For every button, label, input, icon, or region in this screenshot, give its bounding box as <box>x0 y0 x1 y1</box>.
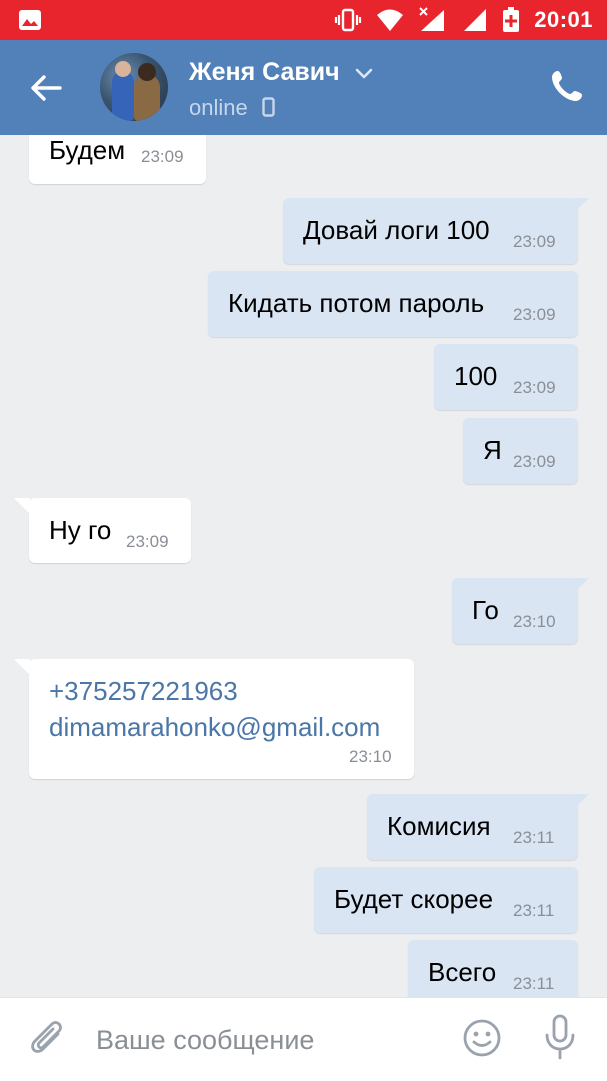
contact-name[interactable]: Женя Савич <box>189 58 340 87</box>
message-time: 23:09 <box>126 532 169 551</box>
message-bubble[interactable]: Довай логи 100 23:09 <box>283 198 589 264</box>
message-bubble[interactable]: Будем 23:09 <box>29 135 206 184</box>
chevron-down-icon[interactable] <box>355 68 373 80</box>
vibrate-icon <box>335 8 362 32</box>
online-status: online <box>189 95 248 120</box>
message-bubble[interactable]: Кидать потом пароль 23:09 <box>208 271 578 337</box>
message-time: 23:09 <box>141 147 184 166</box>
message-text: Будем <box>49 135 126 165</box>
chat-header: Женя Савич online <box>0 40 607 135</box>
wifi-icon <box>377 9 404 31</box>
message-bubble[interactable]: 100 23:09 <box>434 344 578 410</box>
message-bubble[interactable]: Го 23:10 <box>452 578 589 644</box>
message-list[interactable]: Будем 23:09 Довай логи 100 23:09 Кидать … <box>0 135 607 997</box>
message-time: 23:10 <box>349 747 392 766</box>
message-time: 23:11 <box>513 901 555 920</box>
message-time: 23:10 <box>513 612 556 631</box>
message-time: 23:09 <box>513 305 556 324</box>
paperclip-icon[interactable] <box>28 1018 68 1062</box>
emoji-icon[interactable] <box>462 1018 502 1058</box>
message-time: 23:11 <box>513 974 555 993</box>
status-bar: 20:01 <box>0 0 607 40</box>
message-bubble[interactable]: +375257221963 dimamarahonko@gmail.com 23… <box>14 659 414 779</box>
microphone-icon[interactable] <box>543 1014 577 1060</box>
mobile-phone-icon <box>262 97 275 117</box>
email-link[interactable]: dimamarahonko@gmail.com <box>49 712 380 743</box>
message-text: Комисия <box>387 811 491 841</box>
message-time: 23:09 <box>513 378 556 397</box>
message-text: Го <box>472 595 499 625</box>
message-text: Довай логи 100 <box>303 215 490 245</box>
message-text: 100 <box>454 361 498 391</box>
message-text: Всего <box>428 957 497 987</box>
gallery-icon <box>19 10 41 30</box>
message-input[interactable] <box>96 1018 436 1062</box>
message-bubble[interactable]: Комисия 23:11 <box>367 794 589 860</box>
message-bubble[interactable]: Всего 23:11 <box>408 940 578 997</box>
message-text: Будет скорее <box>334 884 494 914</box>
bubble-tail <box>575 198 589 212</box>
message-time: 23:09 <box>513 232 556 251</box>
message-bubble[interactable]: Ну го 23:09 <box>14 498 191 563</box>
message-text: Кидать потом пароль <box>228 288 485 318</box>
message-text: Ну го <box>49 515 112 545</box>
call-icon[interactable] <box>549 68 585 104</box>
signal-icon <box>464 9 487 31</box>
phone-link[interactable]: +375257221963 <box>49 676 238 707</box>
message-bubble[interactable]: Будет скорее 23:11 <box>314 867 578 933</box>
bubble-tail <box>575 578 589 592</box>
message-time: 23:09 <box>513 452 556 471</box>
bubble-tail <box>14 498 30 514</box>
message-composer <box>0 997 607 1081</box>
bubble-tail <box>14 659 30 675</box>
battery-charging-icon <box>503 7 520 32</box>
message-time: 23:11 <box>513 828 555 847</box>
message-bubble[interactable]: Я 23:09 <box>463 418 578 484</box>
avatar[interactable] <box>100 53 168 121</box>
status-time: 20:01 <box>534 7 593 32</box>
bubble-tail <box>575 794 589 808</box>
no-signal-icon <box>419 7 445 31</box>
back-arrow-icon[interactable] <box>26 68 66 108</box>
message-text: Я <box>483 435 502 465</box>
